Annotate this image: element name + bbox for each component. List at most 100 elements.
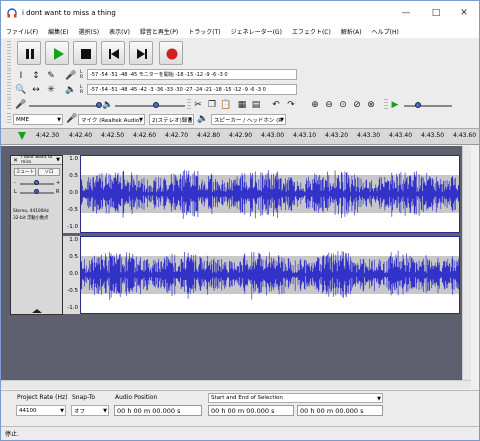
horizontal-scrollbar[interactable]	[1, 380, 471, 389]
pin-playhead-icon[interactable]	[17, 131, 27, 141]
menu-effect[interactable]: エフェクト(C)	[287, 27, 336, 36]
selection-end-field[interactable]: 00 h 00 m 00.000 s	[297, 405, 383, 416]
vertical-scrollbar[interactable]	[462, 146, 471, 380]
menu-generate[interactable]: ジェネレーター(G)	[226, 27, 287, 36]
audio-position-field[interactable]: 00 h 00 m 00.000 s	[114, 405, 202, 416]
speaker-icon[interactable]: 🔈	[65, 84, 77, 96]
skip-to-end-button[interactable]	[129, 41, 153, 65]
chevron-down-icon: ▼	[57, 117, 61, 123]
copy-icon[interactable]: ❐	[206, 99, 218, 111]
chevron-down-icon: ▼	[139, 117, 143, 123]
snap-to-select[interactable]: オフ ▼	[71, 405, 109, 416]
pan-right-label: R	[56, 189, 60, 195]
chevron-down-icon[interactable]: ▼	[56, 157, 60, 163]
envelope-tool-icon[interactable]: ↕	[30, 70, 42, 82]
play-speed-slider[interactable]	[404, 105, 452, 107]
status-bar: 停止.	[1, 426, 479, 440]
close-track-icon[interactable]: ✕	[13, 157, 18, 164]
record-button[interactable]	[159, 41, 183, 65]
timeline-ruler[interactable]: 4:42.30 4:42.40 4:42.50 4:42.60 4:42.70 …	[1, 128, 479, 145]
ruler-tick: 4:43.40	[389, 132, 413, 139]
menu-help[interactable]: ヘルプ(H)	[367, 27, 404, 36]
maximize-button[interactable]: □	[421, 1, 451, 24]
menu-file[interactable]: ファイル(F)	[1, 27, 43, 36]
collapse-track-icon[interactable]	[31, 308, 43, 314]
stop-button[interactable]	[73, 41, 97, 65]
playback-volume-slider[interactable]	[115, 105, 185, 107]
menu-transport[interactable]: 録音と再生(P)	[135, 27, 183, 36]
paste-icon[interactable]: 📋	[220, 99, 232, 111]
audio-position-value: 00 h 00 m 00.000 s	[117, 406, 181, 415]
playback-volume-handle[interactable]	[153, 102, 159, 108]
draw-tool-icon[interactable]: ✎	[45, 70, 57, 82]
zoom-out-icon[interactable]: ⊖	[323, 99, 335, 111]
waveform-left-channel[interactable]	[80, 155, 460, 233]
mute-button[interactable]: ミュート	[14, 168, 36, 176]
pan-handle[interactable]	[34, 189, 39, 194]
timeshift-tool-icon[interactable]: ↔	[30, 84, 42, 96]
selection-mode-select[interactable]: Start and End of Selection ▼	[208, 393, 383, 403]
channels-select[interactable]: 2(ステレオ)録音チャ▼	[149, 114, 194, 125]
track-header[interactable]: ✕ i dont want to miss ▼	[11, 155, 62, 165]
toolbar-grip[interactable]	[7, 99, 11, 111]
speaker-icon: 🔈	[197, 114, 209, 124]
track-name[interactable]: i dont want to miss	[21, 155, 56, 165]
audio-host-select[interactable]: MME ▼	[13, 114, 63, 125]
toolbar-grip[interactable]	[384, 99, 388, 111]
zoom-in-icon[interactable]: ⊕	[309, 99, 321, 111]
output-device-select[interactable]: スピーカー / ヘッドホン (R ▼	[211, 114, 286, 125]
toolbar-grip[interactable]	[187, 99, 191, 111]
project-rate-select[interactable]: 44100 ▼	[16, 405, 66, 416]
cut-icon[interactable]: ✂	[192, 99, 204, 111]
gain-handle[interactable]	[34, 180, 39, 185]
vertical-scale-right[interactable]: 1.0 0.5 0.0 -0.5 -1.0	[63, 236, 80, 314]
silence-icon[interactable]: ▤	[250, 99, 262, 111]
ruler-tick: 4:42.30	[36, 132, 60, 139]
record-volume-slider[interactable]	[29, 105, 101, 107]
microphone-icon[interactable]: 🎤	[65, 70, 77, 82]
zoom-tool-icon[interactable]: 🔍	[15, 84, 27, 96]
microphone-icon: 🎤	[66, 114, 78, 124]
input-device-select[interactable]: マイク (Realtek Audio) ▼	[78, 114, 145, 125]
undo-icon[interactable]: ↶	[270, 99, 282, 111]
redo-icon[interactable]: ↷	[285, 99, 297, 111]
ruler-tick: 4:43.50	[421, 132, 445, 139]
selection-tool-icon[interactable]: I	[15, 70, 27, 82]
zoom-toggle-icon[interactable]: ⊗	[365, 99, 377, 111]
selection-toolbar: Project Rate (Hz) 44100 ▼ Snap-To オフ ▼ Aud…	[1, 390, 479, 426]
vertical-scale-left[interactable]: 1.0 0.5 0.0 -0.5 -1.0	[63, 155, 80, 233]
menu-tracks[interactable]: トラック(T)	[183, 27, 225, 36]
playback-meter[interactable]: -57 -54 -51 -48 -45 -42 -3 -36 -33 -30 -…	[87, 84, 297, 95]
waveform-right-channel[interactable]	[80, 236, 460, 314]
play-button[interactable]	[45, 41, 69, 65]
menu-bar: ファイル(F) 編集(E) 選択(S) 表示(V) 録音と再生(P) トラック(…	[1, 24, 479, 38]
play-icon	[54, 48, 64, 60]
scale-label: 0.5	[69, 254, 78, 260]
trim-icon[interactable]: ▦	[236, 99, 248, 111]
solo-button[interactable]: ソロ	[38, 168, 60, 176]
pause-button[interactable]	[17, 41, 41, 65]
selection-end-value: 00 h 00 m 00.000 s	[300, 406, 364, 415]
play-at-speed-icon[interactable]: ▶	[389, 99, 401, 111]
menu-edit[interactable]: 編集(E)	[43, 27, 73, 36]
toolbar-grip[interactable]	[7, 70, 11, 98]
menu-select[interactable]: 選択(S)	[74, 27, 105, 36]
track-control-panel[interactable]: ✕ i dont want to miss ▼ ミュート ソロ - + L R …	[10, 155, 63, 315]
toolbar-grip[interactable]	[7, 41, 11, 69]
fit-selection-icon[interactable]: ⊙	[337, 99, 349, 111]
fit-project-icon[interactable]: ⊘	[351, 99, 363, 111]
scale-label: 0.5	[69, 173, 78, 179]
toolbar-grip[interactable]	[7, 113, 11, 125]
close-button[interactable]: ✕	[449, 1, 479, 24]
menu-view[interactable]: 表示(V)	[104, 27, 135, 36]
minimize-button[interactable]: —	[391, 1, 421, 24]
toolbar-area: I ↕ ✎ 🔍 ↔ ✳ 🎤 🔈 L R L R -57 -54 -51 -48 …	[1, 38, 479, 128]
multi-tool-icon[interactable]: ✳	[45, 84, 57, 96]
play-speed-handle[interactable]	[415, 102, 421, 108]
selection-start-value: 00 h 00 m 00.000 s	[211, 406, 275, 415]
selection-start-field[interactable]: 00 h 00 m 00.000 s	[208, 405, 294, 416]
record-meter[interactable]: -57 -54 -51 -48 -45 モニターを開始 -18 -15 -12 …	[87, 69, 297, 80]
menu-analyze[interactable]: 解析(A)	[336, 27, 367, 36]
skip-to-start-button[interactable]	[101, 41, 125, 65]
status-text: 停止.	[5, 431, 19, 438]
